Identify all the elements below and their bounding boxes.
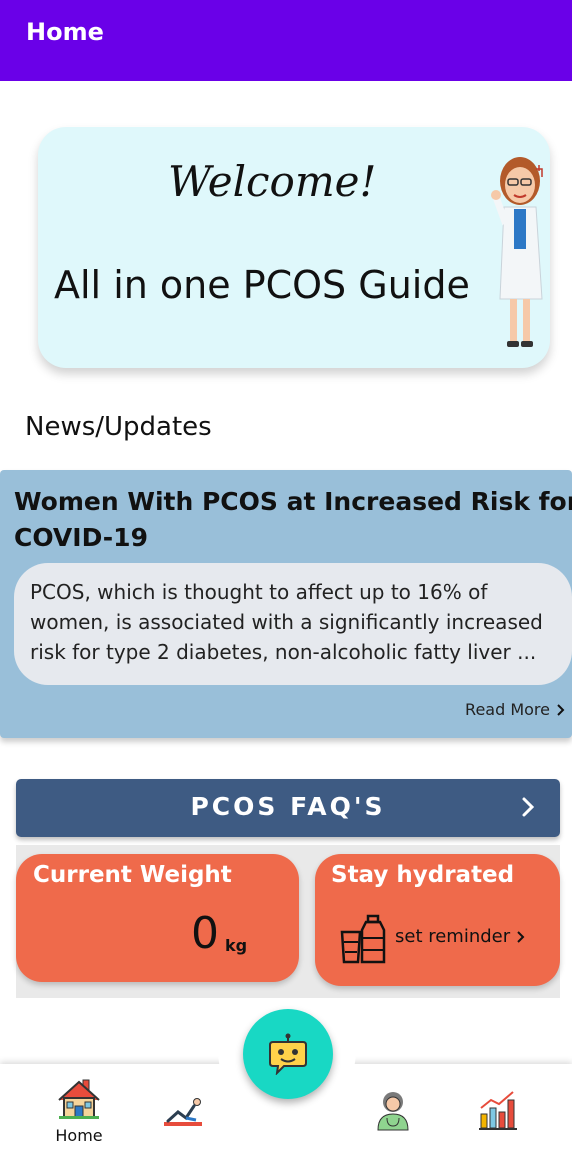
welcome-banner: Welcome! All in one PCOS Guide: [38, 127, 550, 368]
news-title: Women With PCOS at Increased Risk for CO…: [14, 487, 572, 552]
nav-home-label: Home: [55, 1126, 103, 1145]
nav-exercise[interactable]: [162, 1094, 204, 1128]
read-more-label: Read More: [465, 700, 550, 719]
set-reminder-link[interactable]: set reminder: [395, 926, 526, 947]
hydration-label: Stay hydrated: [331, 862, 515, 888]
house-icon: [58, 1079, 100, 1119]
reminder-label: set reminder: [395, 926, 511, 947]
welcome-greeting: Welcome!: [168, 157, 377, 206]
news-heading: News/Updates: [25, 412, 212, 442]
exercise-icon: [164, 1098, 202, 1126]
current-weight-card[interactable]: Current Weight 0 kg: [16, 854, 299, 982]
chevron-right-icon: [522, 797, 535, 817]
chatbot-button[interactable]: [243, 1009, 333, 1099]
page-title: Home: [26, 18, 104, 46]
chatbot-icon: [269, 1033, 307, 1075]
news-summary: PCOS, which is thought to affect up to 1…: [14, 563, 572, 685]
nav-doctor[interactable]: [375, 1090, 411, 1132]
chevron-right-icon: [517, 930, 525, 943]
water-bottle-icon: [340, 914, 386, 964]
weight-label: Current Weight: [33, 862, 232, 888]
doctor-illustration-icon: [491, 157, 543, 347]
nav-home[interactable]: Home: [54, 1078, 104, 1145]
stay-hydrated-card[interactable]: Stay hydrated set reminder: [315, 854, 560, 986]
weight-value: 0: [191, 908, 219, 959]
chevron-right-icon: [557, 703, 565, 716]
news-card[interactable]: Women With PCOS at Increased Risk for CO…: [0, 470, 572, 738]
welcome-subtitle: All in one PCOS Guide: [54, 263, 470, 307]
weight-unit: kg: [225, 936, 248, 955]
faq-button[interactable]: PCOS FAQ'S: [16, 779, 560, 837]
faq-label: PCOS FAQ'S: [190, 792, 386, 821]
doctor-icon: [377, 1092, 409, 1131]
bar-chart-icon: [479, 1091, 517, 1130]
nav-statistics[interactable]: [477, 1090, 519, 1132]
app-bar: Home: [0, 0, 572, 81]
read-more-link[interactable]: Read More: [465, 700, 566, 719]
